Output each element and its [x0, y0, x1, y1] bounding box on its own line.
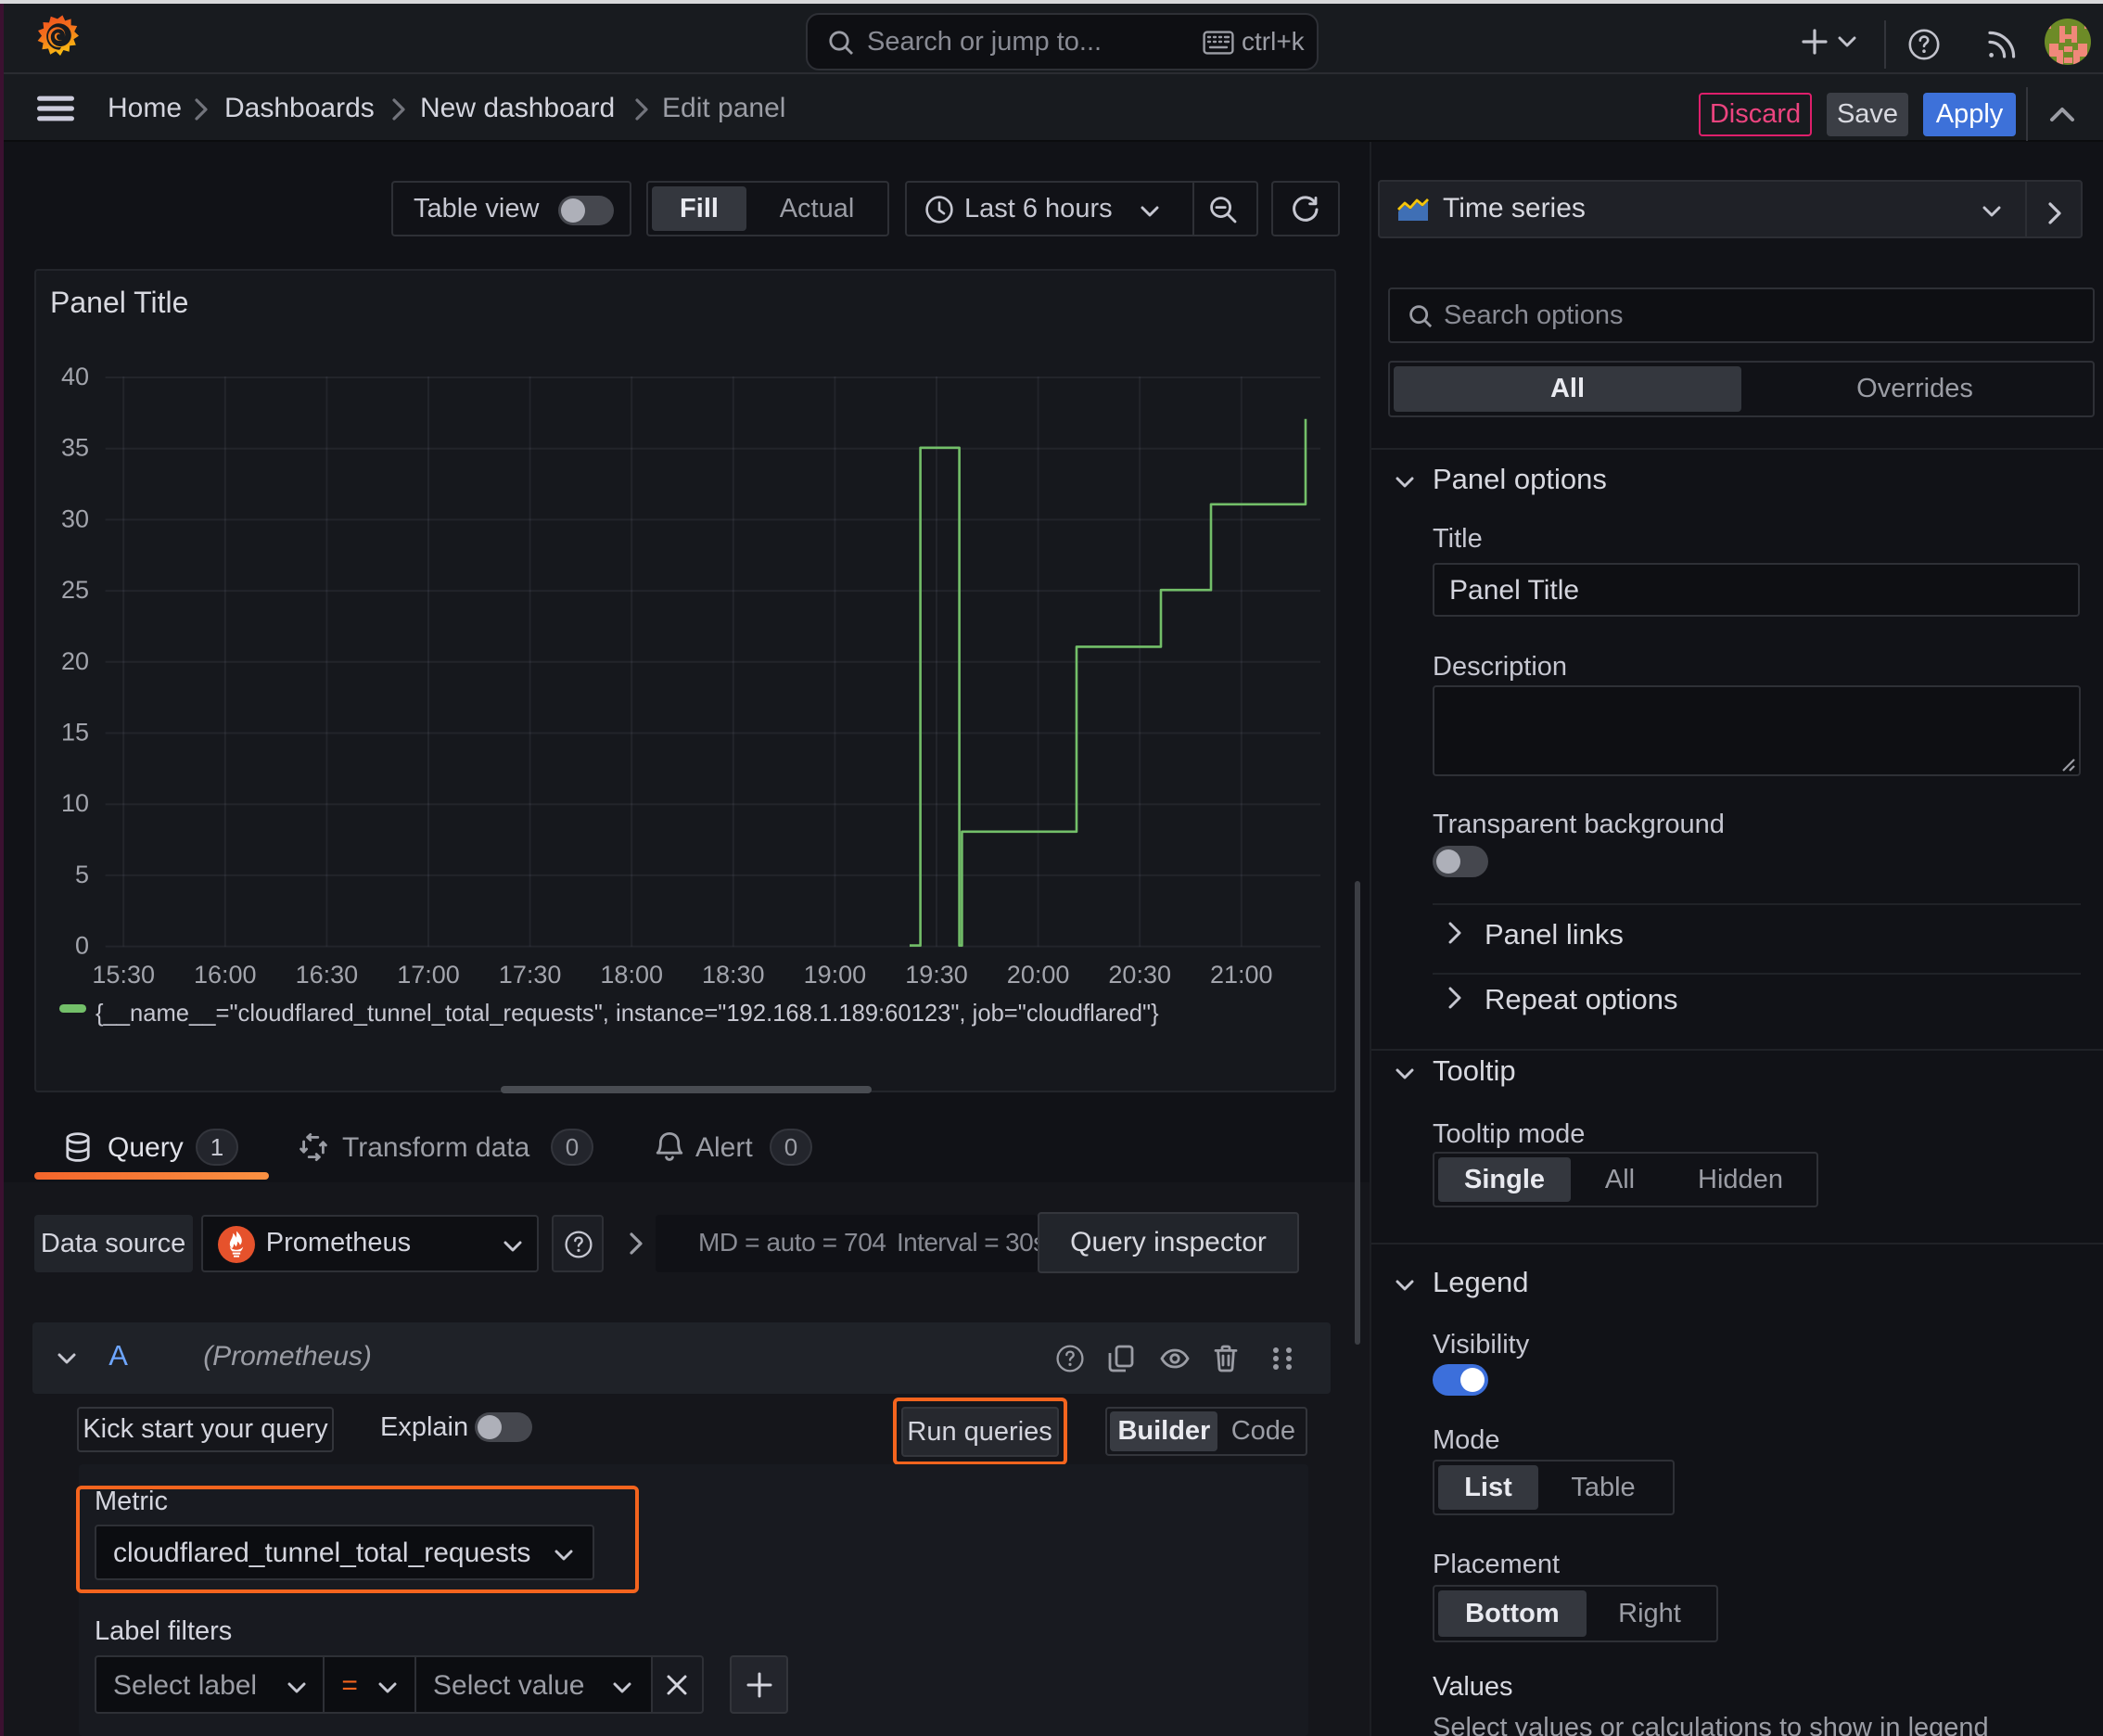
svg-text:0: 0 [75, 932, 89, 960]
svg-text:16:00: 16:00 [194, 961, 257, 989]
svg-text:20:00: 20:00 [1007, 961, 1070, 989]
svg-text:18:30: 18:30 [702, 961, 765, 989]
svg-text:18:00: 18:00 [600, 961, 663, 989]
svg-text:19:00: 19:00 [804, 961, 867, 989]
svg-text:35: 35 [61, 434, 89, 462]
svg-text:15: 15 [61, 719, 89, 747]
svg-text:20:30: 20:30 [1108, 961, 1171, 989]
svg-text:17:00: 17:00 [397, 961, 460, 989]
svg-text:5: 5 [75, 861, 89, 888]
svg-text:30: 30 [61, 504, 89, 532]
svg-text:21:00: 21:00 [1210, 961, 1273, 989]
svg-text:17:30: 17:30 [499, 961, 562, 989]
svg-text:20: 20 [61, 647, 89, 675]
svg-text:{__name__="cloudflared_tunnel_: {__name__="cloudflared_tunnel_total_requ… [96, 1001, 1159, 1027]
svg-text:40: 40 [61, 363, 89, 390]
svg-text:16:30: 16:30 [296, 961, 359, 989]
svg-text:10: 10 [61, 789, 89, 817]
svg-text:19:30: 19:30 [905, 961, 968, 989]
svg-text:15:30: 15:30 [92, 961, 155, 989]
svg-text:25: 25 [61, 576, 89, 604]
